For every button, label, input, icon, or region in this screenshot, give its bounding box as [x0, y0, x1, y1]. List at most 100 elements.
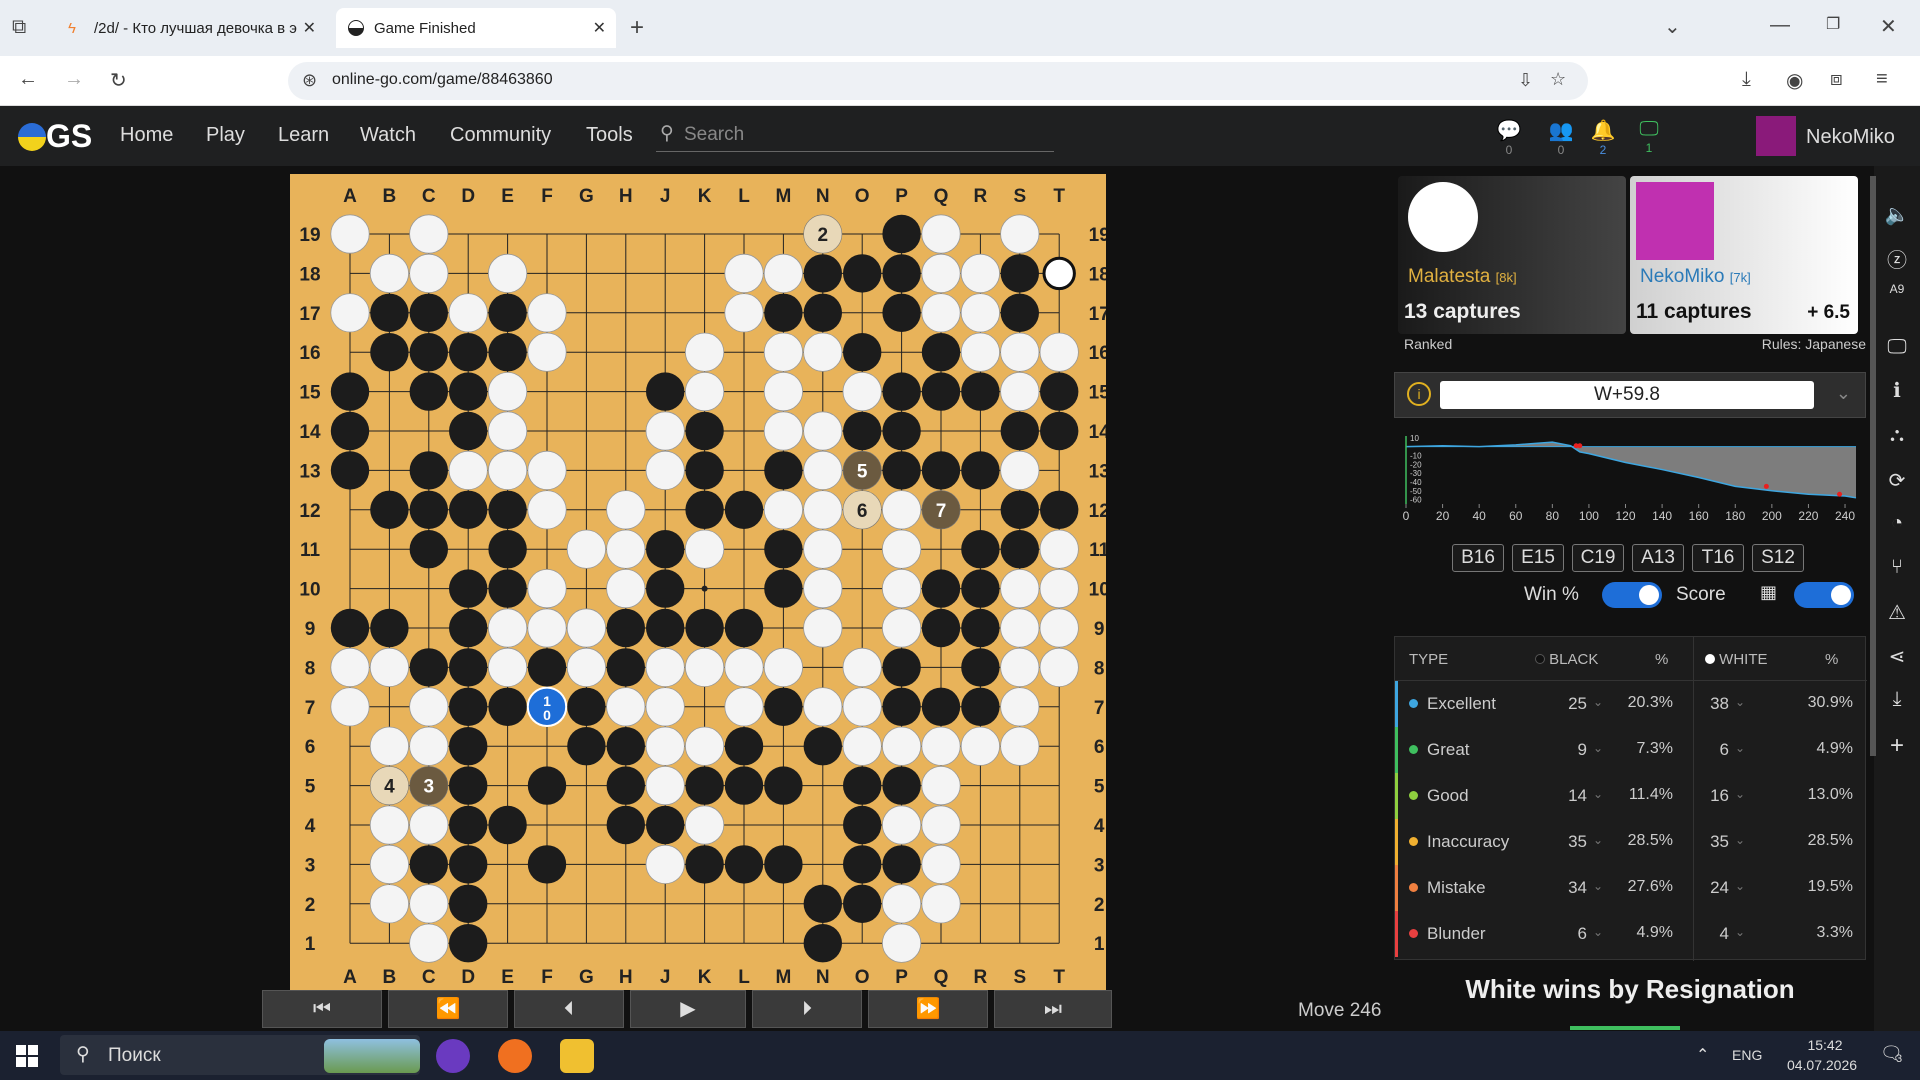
- move-button[interactable]: T16: [1692, 544, 1744, 572]
- black-stone[interactable]: [685, 451, 724, 490]
- white-stone[interactable]: [960, 332, 1001, 372]
- chat-counter[interactable]: 💬 0: [1494, 118, 1524, 157]
- chevron-down-icon[interactable]: ⌄: [1593, 833, 1603, 847]
- black-stone[interactable]: [961, 530, 1000, 569]
- black-stone[interactable]: [449, 333, 488, 372]
- plus-icon[interactable]: +: [1884, 732, 1910, 760]
- warning-icon[interactable]: ⚠: [1884, 600, 1910, 625]
- stats-row-mistake[interactable]: Mistake 34 27.6% 24 19.5% ⌄ ⌄: [1395, 865, 1867, 911]
- white-stone[interactable]: [566, 647, 606, 687]
- search-input[interactable]: ⚲ Search: [656, 120, 1054, 152]
- white-stone[interactable]: [409, 884, 449, 924]
- coordinates-icon[interactable]: A9: [1884, 282, 1910, 296]
- white-stone[interactable]: [369, 884, 409, 924]
- white-stone[interactable]: [842, 647, 882, 687]
- white-stone[interactable]: [1000, 568, 1040, 609]
- back-icon[interactable]: ←: [18, 68, 38, 91]
- white-stone[interactable]: [409, 805, 449, 845]
- white-stone[interactable]: [409, 253, 449, 293]
- score-toggle[interactable]: [1794, 582, 1854, 608]
- first-move-button[interactable]: ⏮: [262, 990, 382, 1028]
- black-stone[interactable]: [724, 490, 764, 529]
- white-stone[interactable]: [763, 253, 803, 293]
- black-stone[interactable]: [606, 648, 645, 687]
- black-stone[interactable]: [921, 372, 961, 411]
- black-stone[interactable]: [882, 451, 921, 490]
- white-stone[interactable]: [330, 687, 370, 727]
- sound-icon[interactable]: 🔈: [1884, 202, 1910, 227]
- info-icon[interactable]: ℹ: [1884, 378, 1910, 403]
- white-stone[interactable]: [527, 332, 567, 372]
- branch-icon[interactable]: ⑂: [1884, 556, 1910, 579]
- white-stone[interactable]: [803, 490, 843, 530]
- sync-icon[interactable]: ⟳: [1884, 468, 1910, 493]
- clock-date[interactable]: 04.07.2026: [1782, 1057, 1862, 1073]
- bookmark-star-icon[interactable]: ☆: [1550, 69, 1566, 90]
- white-stone[interactable]: [684, 726, 725, 766]
- friends-counter[interactable]: 👥 0: [1546, 118, 1576, 157]
- stats-row-blunder[interactable]: Blunder 6 4.9% 4 3.3% ⌄ ⌄: [1395, 911, 1867, 957]
- black-stone[interactable]: [488, 333, 527, 372]
- black-stone[interactable]: [1000, 293, 1039, 332]
- white-stone[interactable]: [724, 647, 764, 687]
- black-stone[interactable]: [882, 214, 921, 254]
- games-counter[interactable]: 🖵 1: [1634, 118, 1664, 155]
- tab-search-icon[interactable]: ⧉: [12, 16, 26, 39]
- chevron-down-icon[interactable]: ⌄: [1593, 879, 1603, 893]
- info-icon[interactable]: i: [1407, 382, 1431, 406]
- tree-icon[interactable]: ⛬: [1884, 424, 1910, 447]
- black-stone[interactable]: [409, 293, 448, 332]
- forward-icon[interactable]: →: [64, 68, 84, 91]
- white-stone[interactable]: [684, 332, 725, 372]
- chevron-down-icon[interactable]: ⌄: [1593, 925, 1603, 939]
- white-stone[interactable]: [645, 687, 685, 727]
- white-stone[interactable]: [1000, 647, 1040, 687]
- tab-2d[interactable]: ϟ /2d/ - Кто лучшая девочка в э ✕: [56, 8, 326, 48]
- nav-home[interactable]: Home: [120, 124, 173, 147]
- nav-learn[interactable]: Learn: [278, 124, 329, 147]
- new-tab-icon[interactable]: +: [630, 14, 644, 42]
- close-tab-icon[interactable]: ✕: [593, 18, 606, 38]
- black-stone[interactable]: [843, 845, 882, 884]
- menu-icon[interactable]: ≡: [1876, 68, 1888, 91]
- black-stone[interactable]: [646, 569, 685, 608]
- next-move-button[interactable]: ⏵: [752, 990, 862, 1028]
- white-stone[interactable]: [369, 647, 409, 687]
- black-stone[interactable]: [646, 530, 685, 569]
- black-stone[interactable]: [803, 254, 842, 293]
- black-stone[interactable]: [724, 845, 764, 884]
- black-stone[interactable]: [843, 333, 882, 372]
- white-stone[interactable]: [921, 293, 961, 333]
- white-stone[interactable]: [409, 214, 449, 254]
- black-stone[interactable]: [646, 372, 685, 411]
- black-stone[interactable]: [843, 884, 882, 923]
- white-stone[interactable]: [881, 884, 922, 924]
- player-card-black[interactable]: Malatesta [8k] 13 captures: [1398, 176, 1626, 334]
- monitor-icon[interactable]: 🖵: [1884, 336, 1910, 359]
- black-stone[interactable]: [921, 451, 961, 490]
- white-stone[interactable]: [921, 844, 961, 885]
- white-stone[interactable]: [684, 805, 725, 845]
- black-stone[interactable]: [1000, 530, 1039, 569]
- white-stone[interactable]: [606, 687, 646, 727]
- black-stone[interactable]: [527, 648, 567, 687]
- black-stone[interactable]: [685, 766, 724, 805]
- black-stone[interactable]: [961, 608, 1000, 648]
- black-stone[interactable]: [449, 569, 488, 608]
- white-stone[interactable]: [1039, 568, 1079, 609]
- black-stone[interactable]: [921, 333, 961, 372]
- score-estimate-bar[interactable]: i W+59.8 ⌄: [1394, 372, 1866, 418]
- move-button[interactable]: C19: [1572, 544, 1624, 572]
- share-icon[interactable]: ⋖: [1884, 644, 1910, 669]
- white-stone[interactable]: [1000, 726, 1040, 766]
- chevron-down-icon[interactable]: ⌄: [1593, 695, 1603, 709]
- black-stone[interactable]: [449, 845, 488, 884]
- white-stone[interactable]: [921, 726, 961, 766]
- black-stone[interactable]: [724, 766, 764, 805]
- white-stone[interactable]: [606, 529, 646, 569]
- black-stone[interactable]: [882, 766, 921, 805]
- white-stone[interactable]: [645, 726, 685, 766]
- white-stone[interactable]: [684, 529, 725, 569]
- black-stone[interactable]: [803, 727, 842, 766]
- downloads-icon[interactable]: ⤓: [1742, 68, 1751, 91]
